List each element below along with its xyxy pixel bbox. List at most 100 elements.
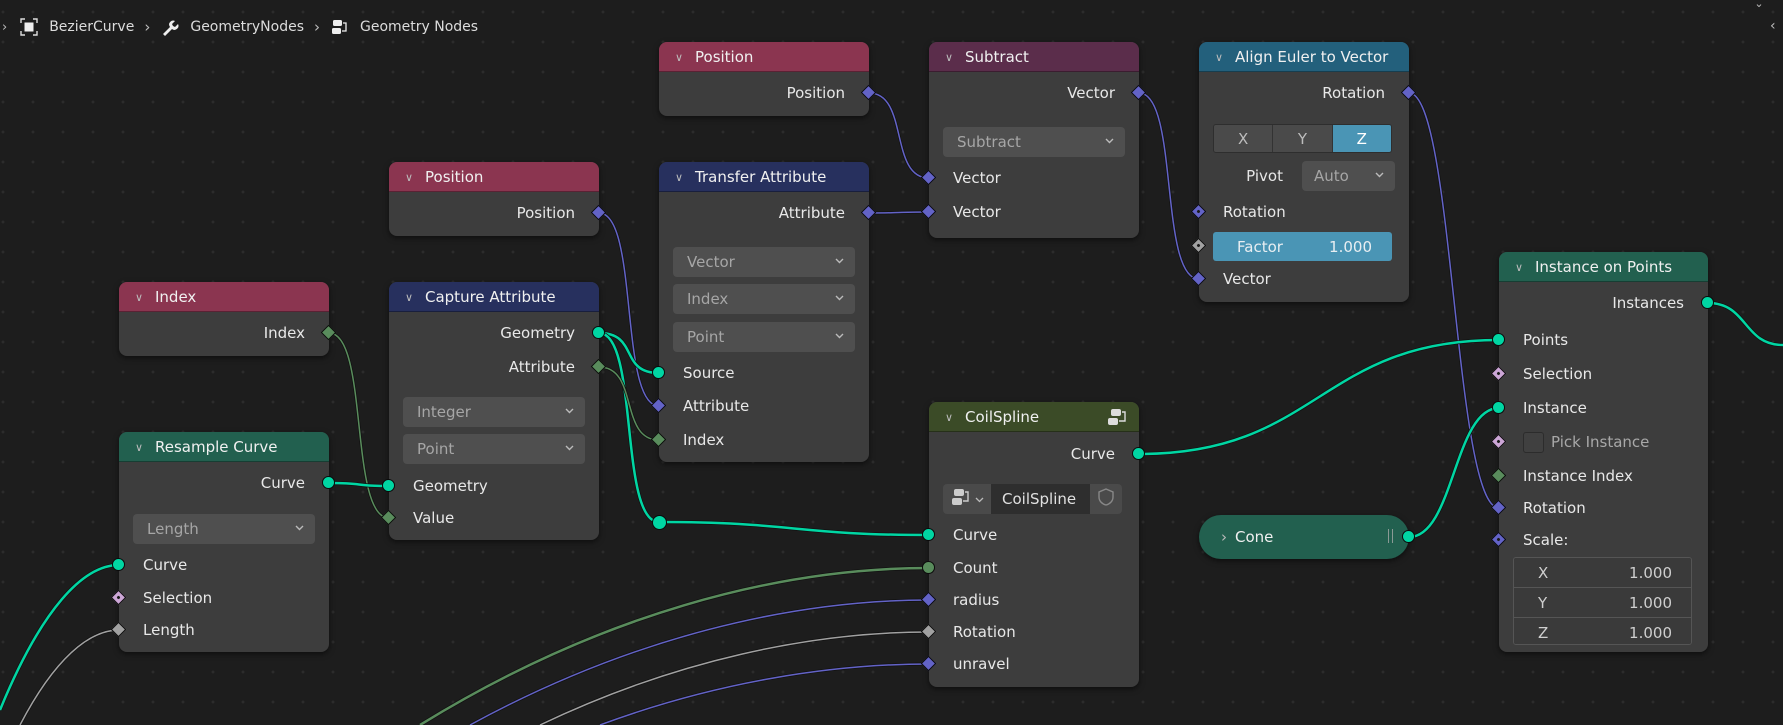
axis-value: 1.000 [1629, 623, 1672, 642]
domain-dropdown[interactable]: Point [673, 322, 855, 352]
mapping-dropdown[interactable]: Index [673, 284, 855, 314]
node-cone-collapsed[interactable]: › Cone [1199, 515, 1409, 559]
scale-y-field[interactable]: Y 1.000 [1514, 588, 1691, 618]
node-capture-attribute[interactable]: ∨ Capture Attribute Geometry Attribute In… [389, 282, 599, 540]
chevron-down-icon[interactable]: ∨ [1215, 51, 1225, 64]
socket-cone-out[interactable] [1402, 530, 1415, 543]
breadcrumb-item-object[interactable]: BezierCurve [19, 18, 134, 36]
chevron-down-icon[interactable]: ∨ [135, 441, 145, 454]
input-socket-row: Curve [119, 552, 329, 578]
data-type-dropdown[interactable]: Integer [403, 397, 585, 427]
factor-slider[interactable]: Factor 1.000 [1213, 232, 1392, 261]
node-title: Instance on Points [1535, 257, 1673, 276]
chevron-down-icon[interactable]: ∨ [405, 291, 415, 304]
chevron-down-icon[interactable]: ∨ [405, 171, 415, 184]
chevron-down-icon[interactable]: ∨ [675, 51, 685, 64]
node-tree-browse-button[interactable] [943, 484, 991, 514]
pick-instance-checkbox[interactable] [1523, 431, 1544, 453]
socket-label: Curve [1070, 445, 1115, 463]
node-header[interactable]: ∨ Resample Curve [119, 432, 329, 462]
node-header[interactable]: ∨ Position [659, 42, 869, 72]
breadcrumb-item-node-tree[interactable]: Geometry Nodes [330, 18, 478, 36]
scale-x-field[interactable]: X 1.000 [1514, 558, 1691, 588]
axis-button-y[interactable]: Y [1273, 125, 1333, 152]
chevron-right-icon[interactable]: › [1221, 528, 1227, 546]
dropdown-value: Subtract [957, 133, 1021, 151]
reroute-node[interactable] [652, 515, 667, 530]
node-resample-curve[interactable]: ∨ Resample Curve Curve Length Curve Selec… [119, 432, 329, 652]
node-group-icon[interactable] [1107, 407, 1129, 431]
axis-button-z[interactable]: Z [1332, 125, 1391, 152]
axis-label: X [1238, 129, 1249, 148]
mode-dropdown[interactable]: Length [133, 514, 315, 544]
node-coil-spline-group[interactable]: ∨ CoilSpline Curve CoilSpline Curve Count… [929, 402, 1139, 687]
axis-button-x[interactable]: X [1214, 125, 1274, 152]
socket-label: Attribute [778, 204, 845, 222]
chevron-down-icon[interactable]: ∨ [945, 411, 955, 424]
node-header[interactable]: ∨ CoilSpline [929, 402, 1139, 432]
chevron-right-icon[interactable]: › [2, 20, 7, 35]
node-header[interactable]: ∨ Subtract [929, 42, 1139, 72]
socket-transfer-source-in[interactable] [652, 366, 665, 379]
pivot-label: Pivot [1246, 167, 1283, 185]
operation-dropdown[interactable]: Subtract [943, 127, 1125, 157]
socket-label: Vector [953, 203, 1001, 221]
socket-label: Geometry [413, 477, 488, 495]
node-position-b[interactable]: ∨ Position Position [389, 162, 599, 236]
node-header[interactable]: ∨ Capture Attribute [389, 282, 599, 312]
node-title: Align Euler to Vector [1235, 47, 1389, 66]
chevron-down-icon[interactable]: ∨ [135, 291, 145, 304]
input-socket-row: Vector [1199, 266, 1409, 292]
node-header[interactable]: ∨ Position [389, 162, 599, 192]
scale-vector-field: X 1.000 Y 1.000 Z 1.000 [1513, 557, 1692, 645]
output-socket-row: Attribute [389, 354, 599, 380]
socket-label: Selection [1523, 365, 1593, 383]
output-socket-row: Curve [929, 441, 1139, 467]
breadcrumb-item-modifier[interactable]: GeometryNodes [160, 18, 304, 36]
socket-capture-geometry-in[interactable] [382, 479, 395, 492]
socket-coil-curve-in[interactable] [922, 528, 935, 541]
node-subtract[interactable]: ∨ Subtract Vector Subtract Vector Vector [929, 42, 1139, 238]
chevron-down-icon [294, 522, 305, 533]
scale-z-field[interactable]: Z 1.000 [1514, 618, 1691, 644]
node-group-name-field[interactable]: CoilSpline [991, 484, 1090, 514]
node-header[interactable]: ∨ Align Euler to Vector [1199, 42, 1409, 72]
node-index[interactable]: ∨ Index Index [119, 282, 329, 356]
socket-resample-curve-out[interactable] [322, 476, 335, 489]
node-instance-on-points[interactable]: ∨ Instance on Points Instances Points Sel… [1499, 252, 1708, 652]
fake-user-button[interactable] [1090, 484, 1122, 514]
socket-label: Pick Instance [1551, 433, 1650, 451]
socket-instances-out[interactable] [1701, 296, 1714, 309]
node-title: Cone [1235, 528, 1274, 546]
node-align-euler-to-vector[interactable]: ∨ Align Euler to Vector Rotation X Y Z Pi… [1199, 42, 1409, 302]
group-name: CoilSpline [1002, 490, 1077, 508]
socket-resample-curve-in[interactable] [112, 558, 125, 571]
socket-capture-geometry-out[interactable] [592, 326, 605, 339]
socket-coil-count-in[interactable] [922, 561, 935, 574]
input-socket-row: Scale: [1499, 527, 1708, 553]
node-header[interactable]: ∨ Transfer Attribute [659, 162, 869, 192]
header-toggle-icon[interactable]: ⌄ [1748, 0, 1770, 12]
socket-label: Curve [143, 556, 188, 574]
node-header[interactable]: ∨ Instance on Points [1499, 252, 1708, 282]
socket-points-in[interactable] [1492, 333, 1505, 346]
chevron-down-icon[interactable]: ∨ [945, 51, 955, 64]
chevron-down-icon[interactable]: ∨ [675, 171, 685, 184]
breadcrumb-label: BezierCurve [49, 19, 135, 35]
socket-label: Instances [1612, 294, 1684, 312]
domain-dropdown[interactable]: Point [403, 434, 585, 464]
input-socket-row: Instance Index [1499, 463, 1708, 489]
node-transfer-attribute[interactable]: ∨ Transfer Attribute Attribute Vector Ind… [659, 162, 869, 462]
socket-label: Index [263, 324, 305, 342]
input-socket-row: Value [389, 505, 599, 531]
sidebar-toggle-icon[interactable]: ‹ [1770, 18, 1783, 38]
node-position-a[interactable]: ∨ Position Position [659, 42, 869, 116]
pivot-dropdown[interactable]: Auto [1302, 161, 1395, 191]
dropdown-value: Vector [687, 253, 735, 271]
node-header[interactable]: ∨ Index [119, 282, 329, 312]
data-type-dropdown[interactable]: Vector [673, 247, 855, 277]
chevron-down-icon[interactable]: ∨ [1515, 261, 1525, 274]
socket-coil-curve-out[interactable] [1132, 447, 1145, 460]
input-socket-row: Length [119, 617, 329, 643]
socket-instance-in[interactable] [1492, 401, 1505, 414]
